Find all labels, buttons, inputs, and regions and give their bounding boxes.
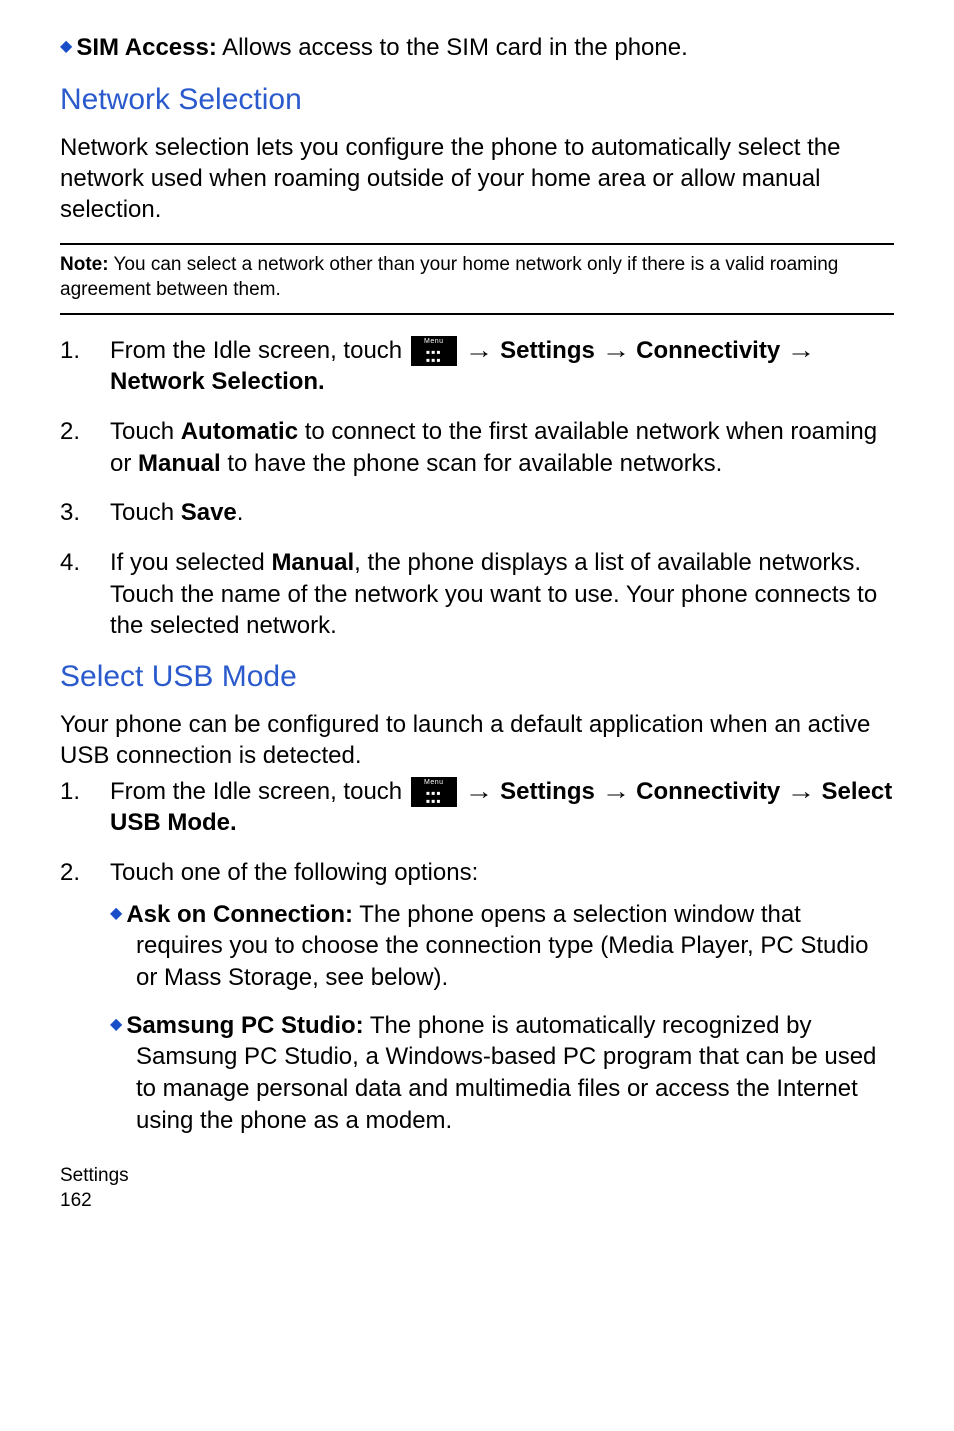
step4-a: If you selected <box>110 549 271 576</box>
menu-icon: Menu▪▪▪▪▪▪ <box>411 777 457 807</box>
sim-access-bullet: ◆SIM Access: Allows access to the SIM ca… <box>60 32 894 63</box>
diamond-icon: ◆ <box>60 37 72 58</box>
network-selection-heading: Network Selection <box>60 83 894 117</box>
step3-b: Save <box>181 499 237 526</box>
note-label: Note: <box>60 254 109 275</box>
diamond-icon: ◆ <box>110 1014 122 1035</box>
usb-options: ◆Ask on Connection: The phone opens a se… <box>110 899 894 1137</box>
network-steps: From the Idle screen, touch Menu▪▪▪▪▪▪ →… <box>60 335 894 642</box>
step1-text-a: From the Idle screen, touch <box>110 337 409 364</box>
menu-icon: Menu▪▪▪▪▪▪ <box>411 336 457 366</box>
sim-access-label: SIM Access: <box>76 34 217 61</box>
arrow-icon: → <box>786 776 815 808</box>
usb-intro: Your phone can be configured to launch a… <box>60 710 894 771</box>
arrow-icon: → <box>465 776 494 808</box>
step3-a: Touch <box>110 499 181 526</box>
arrow-icon: → <box>601 776 630 808</box>
step1-connectivity: Connectivity <box>630 337 787 364</box>
step3-c: . <box>237 499 244 526</box>
usb-step-2: Touch one of the following options: ◆Ask… <box>60 857 894 1136</box>
ask-label: Ask on Connection: <box>126 901 353 928</box>
diamond-icon: ◆ <box>110 903 122 924</box>
usb-option-pcstudio: ◆Samsung PC Studio: The phone is automat… <box>110 1010 894 1137</box>
footer-section: Settings <box>60 1164 894 1189</box>
footer-page: 162 <box>60 1189 894 1214</box>
select-usb-heading: Select USB Mode <box>60 660 894 694</box>
usb-step-1: From the Idle screen, touch Menu▪▪▪▪▪▪ →… <box>60 776 894 839</box>
step1-dest: Network Selection. <box>110 368 325 395</box>
network-selection-intro: Network selection lets you configure the… <box>60 133 894 225</box>
arrow-icon: → <box>465 335 494 367</box>
network-step-1: From the Idle screen, touch Menu▪▪▪▪▪▪ →… <box>60 335 894 398</box>
page-footer: Settings 162 <box>60 1164 894 1213</box>
step2-e: to have the phone scan for available net… <box>221 450 723 477</box>
note-text: You can select a network other than your… <box>60 254 838 300</box>
note-box: Note: You can select a network other tha… <box>60 243 894 314</box>
pcstudio-label: Samsung PC Studio: <box>126 1012 363 1039</box>
usb2-text: Touch one of the following options: <box>110 859 478 886</box>
network-step-2: Touch Automatic to connect to the first … <box>60 416 894 479</box>
arrow-icon: → <box>601 335 630 367</box>
usb-steps: From the Idle screen, touch Menu▪▪▪▪▪▪ →… <box>60 776 894 1137</box>
step1-settings: Settings <box>493 337 601 364</box>
step2-a: Touch <box>110 418 181 445</box>
step2-d: Manual <box>138 450 221 477</box>
usb1-conn: Connectivity <box>630 778 787 805</box>
step2-b: Automatic <box>181 418 298 445</box>
usb-option-ask: ◆Ask on Connection: The phone opens a se… <box>110 899 894 994</box>
arrow-icon: → <box>786 335 815 367</box>
network-step-4: If you selected Manual, the phone displa… <box>60 547 894 642</box>
usb1-settings: Settings <box>493 778 601 805</box>
sim-access-text: Allows access to the SIM card in the pho… <box>217 34 688 61</box>
page-root: ◆SIM Access: Allows access to the SIM ca… <box>0 0 954 1234</box>
network-step-3: Touch Save. <box>60 497 894 529</box>
usb1-a: From the Idle screen, touch <box>110 778 409 805</box>
step4-b: Manual <box>271 549 354 576</box>
